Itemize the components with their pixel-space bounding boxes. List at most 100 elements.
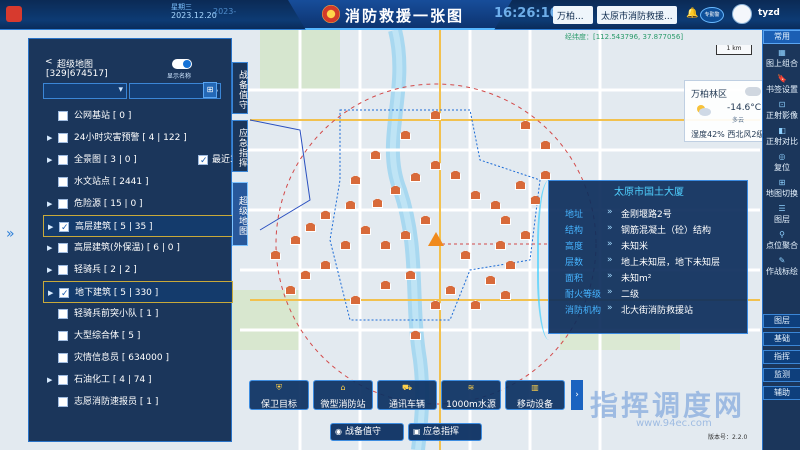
layer-label: 轻骑兵前突小队 [ 1 ] — [74, 309, 159, 319]
expand-arrow-icon[interactable]: ▶ — [48, 282, 53, 304]
duty-mode-label: 战备值守 — [345, 427, 382, 437]
layer-checkbox[interactable] — [58, 331, 68, 341]
info-value: 北大街消防救援站 — [621, 306, 694, 316]
layer-label: 高层建筑(外保温) [ 6 | 0 ] — [74, 243, 180, 253]
layer-checkbox[interactable] — [59, 283, 69, 305]
quick-layer-button[interactable]: ⛨ 保卫目标 — [249, 380, 309, 410]
layer-checkbox[interactable] — [58, 265, 68, 275]
tool-item[interactable]: ☰ 图层 — [763, 204, 800, 226]
layer-label: 危险源 [ 15 | 0 ] — [74, 199, 143, 209]
tool-item[interactable]: ◧ 正射对比 — [763, 126, 800, 148]
arrow-icon: » — [607, 271, 613, 281]
layer-item[interactable]: ▶全景图 [ 3 | 0 ]最近3天 — [43, 149, 245, 172]
info-key: 消防机构 — [565, 306, 602, 316]
tool-label: 正射对比 — [766, 137, 798, 146]
layer-checkbox[interactable] — [58, 243, 68, 253]
layer-label: 24小时灾害预警 [ 4 | 122 ] — [74, 133, 187, 143]
layer-label: 石油化工 [ 4 | 74 ] — [74, 375, 152, 385]
layer-item[interactable]: ▶ 危险源 [ 15 | 0 ] — [43, 193, 233, 215]
layer-item[interactable]: ▶ 高层建筑 [ 5 | 35 ] — [43, 215, 233, 239]
show-name-toggle[interactable] — [172, 59, 192, 69]
popup-title: 太原市国土大厦 — [614, 187, 684, 198]
layer-checkbox[interactable] — [58, 133, 68, 143]
tool-icon: ☰ — [778, 204, 786, 213]
city-select[interactable]: 万柏... — [553, 6, 593, 24]
panel-switch-button[interactable]: 监测 — [763, 368, 800, 382]
clear-icon[interactable]: ⊞ — [203, 82, 217, 98]
duty-mode-button[interactable]: ◉ 战备值守 — [330, 423, 404, 441]
tool-item[interactable]: ⚲ 点位聚合 — [763, 230, 800, 252]
layer-checkbox[interactable] — [58, 375, 68, 385]
quick-layer-button[interactable]: ▥ 移动设备 — [505, 380, 565, 410]
layer-item[interactable]: 公网基站 [ 0 ] — [43, 105, 233, 127]
panel-switch-button[interactable]: 图层 — [763, 314, 800, 328]
tool-item[interactable]: ⊡ 正射影像 — [763, 100, 800, 122]
quick-layer-label: 移动设备 — [516, 400, 553, 410]
coordinate-readout: 经纬度：[112.543796, 37.877056] — [565, 33, 684, 41]
expand-left-icon[interactable]: » — [6, 226, 15, 242]
expand-arrow-icon[interactable]: ▶ — [47, 127, 52, 149]
watermark-url: www.94ec.com — [636, 418, 712, 429]
unit-select[interactable]: 太原市消防救援... — [597, 6, 677, 24]
arrow-icon: » — [607, 287, 613, 297]
bell-icon[interactable]: 🔔 — [686, 8, 698, 19]
weather-toggle[interactable] — [745, 87, 761, 96]
quick-layer-label: 保卫目标 — [260, 400, 297, 410]
layer-checkbox[interactable] — [58, 111, 68, 121]
layer-label: 大型综合体 [ 5 ] — [74, 331, 141, 341]
layer-label: 轻骑兵 [ 2 | 2 ] — [74, 265, 137, 275]
expand-arrow-icon[interactable]: ▶ — [48, 216, 53, 238]
expand-arrow-icon[interactable]: ▶ — [47, 369, 52, 391]
tab-duty[interactable]: 战备值守 — [232, 62, 248, 114]
tab-command[interactable]: 应急指挥 — [232, 120, 248, 172]
expand-arrow-icon[interactable]: ▶ — [47, 259, 52, 281]
layer-item[interactable]: ▶ 24小时灾害预警 [ 4 | 122 ] — [43, 127, 233, 149]
panel-switch-button[interactable]: 指挥 — [763, 350, 800, 364]
layer-item[interactable]: 水文站点 [ 2441 ] — [43, 171, 233, 193]
layer-checkbox[interactable] — [59, 217, 69, 239]
layer-item[interactable]: ▶ 高层建筑(外保温) [ 6 | 0 ] — [43, 237, 233, 259]
layer-type-select[interactable] — [43, 83, 127, 99]
tab-super-map[interactable]: 超级地图 — [232, 182, 248, 246]
quick-layer-button[interactable]: ⛟ 通讯车辆 — [377, 380, 437, 410]
top-header: 星期三 2023.12.20 2023- 消防救援一张图 16:26:16 万柏… — [0, 0, 800, 30]
layer-checkbox[interactable] — [58, 199, 68, 209]
layer-checkbox[interactable] — [58, 177, 68, 187]
layer-item[interactable]: 大型综合体 [ 5 ] — [43, 325, 233, 347]
layer-item[interactable]: 志愿消防速报员 [ 1 ] — [43, 391, 233, 413]
command-mode-button[interactable]: ▣ 应急指挥 — [408, 423, 482, 441]
tool-item[interactable]: ✎ 作战标绘 — [763, 256, 800, 278]
common-tools-button[interactable]: 常用 — [763, 30, 800, 44]
layer-item[interactable]: ▶ 石油化工 [ 4 | 74 ] — [43, 369, 233, 391]
layer-checkbox[interactable] — [58, 353, 68, 363]
layer-checkbox[interactable] — [58, 155, 68, 165]
quick-layer-button[interactable]: ⌂ 微型消防站 — [313, 380, 373, 410]
panel-switch-button[interactable]: 辅助 — [763, 386, 800, 400]
username[interactable]: tyzd — [758, 8, 780, 18]
arrow-icon: » — [607, 223, 613, 233]
tool-item[interactable]: ◎ 复位 — [763, 152, 800, 174]
layer-item[interactable]: ▶ 地下建筑 [ 5 | 330 ] — [43, 281, 233, 305]
tool-item[interactable]: ▦ 图上组合 — [763, 48, 800, 70]
avatar[interactable] — [732, 4, 752, 24]
layer-checkbox[interactable] — [58, 309, 68, 319]
panel-switch-button[interactable]: 基础 — [763, 332, 800, 346]
alarm-button[interactable]: 专勤警 — [700, 7, 724, 23]
layer-item[interactable]: 灾情信息员 [ 634000 ] — [43, 347, 233, 369]
tool-icon: ◧ — [778, 126, 786, 135]
humidity-wind: 湿度42% 西北风2级 — [691, 130, 765, 139]
carousel-next-button[interactable]: › — [571, 380, 583, 410]
expand-arrow-icon[interactable]: ▶ — [47, 149, 52, 171]
back-icon[interactable]: < — [45, 57, 53, 67]
truck-icon: ⛟ — [401, 383, 413, 392]
quick-layer-button[interactable]: ≋ 1000m水源 — [441, 380, 501, 410]
recent-days-checkbox[interactable] — [198, 150, 208, 172]
layer-item[interactable]: ▶ 轻骑兵 [ 2 | 2 ] — [43, 259, 233, 281]
layer-label: 灾情信息员 [ 634000 ] — [74, 353, 169, 363]
layer-item[interactable]: 轻骑兵前突小队 [ 1 ] — [43, 303, 233, 325]
expand-arrow-icon[interactable]: ▶ — [47, 237, 52, 259]
expand-arrow-icon[interactable]: ▶ — [47, 193, 52, 215]
tool-item[interactable]: 🔖 书签设置 — [763, 74, 800, 96]
tool-item[interactable]: ⊞ 地图切换 — [763, 178, 800, 200]
layer-checkbox[interactable] — [58, 397, 68, 407]
